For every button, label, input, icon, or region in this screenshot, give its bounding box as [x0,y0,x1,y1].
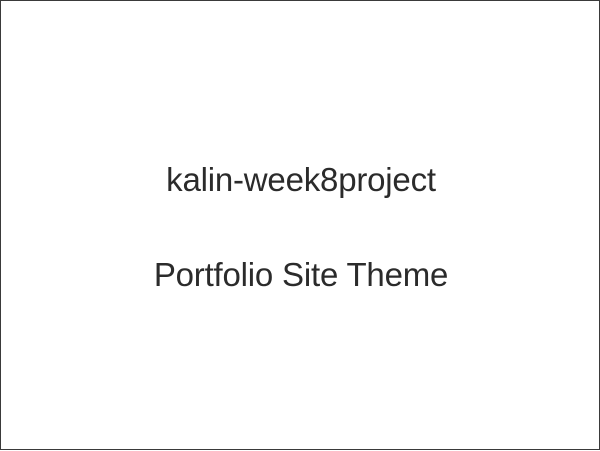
slide-frame: kalin-week8project Portfolio Site Theme [0,0,600,450]
title-block: kalin-week8project Portfolio Site Theme [1,1,600,451]
slide-subtitle: Portfolio Site Theme [153,256,449,293]
slide-title: kalin-week8project [166,161,436,198]
